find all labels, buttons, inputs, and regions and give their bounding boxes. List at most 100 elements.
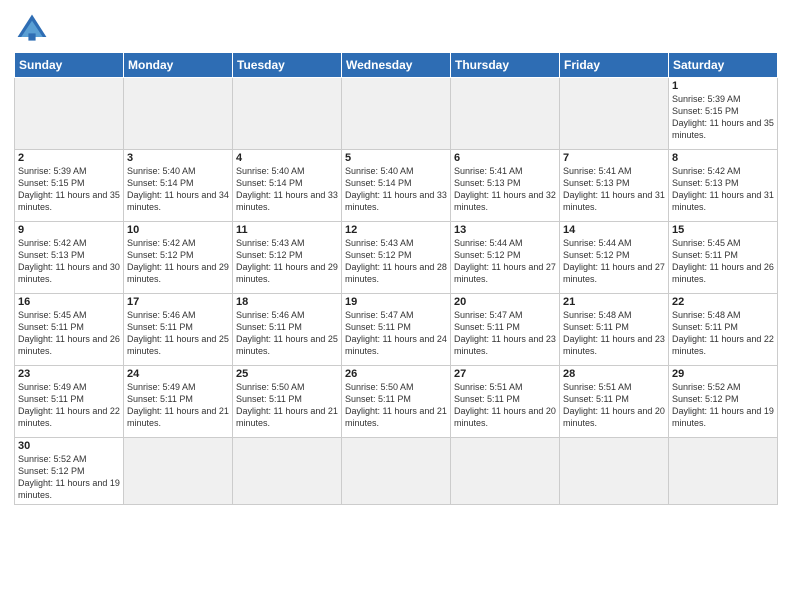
day-number: 3 — [127, 152, 229, 164]
day-number: 12 — [345, 224, 447, 236]
calendar-cell: 21Sunrise: 5:48 AM Sunset: 5:11 PM Dayli… — [560, 294, 669, 366]
calendar-cell: 16Sunrise: 5:45 AM Sunset: 5:11 PM Dayli… — [15, 294, 124, 366]
day-info: Sunrise: 5:41 AM Sunset: 5:13 PM Dayligh… — [563, 165, 665, 214]
day-info: Sunrise: 5:47 AM Sunset: 5:11 PM Dayligh… — [454, 309, 556, 358]
calendar-cell — [124, 438, 233, 505]
day-info: Sunrise: 5:44 AM Sunset: 5:12 PM Dayligh… — [563, 237, 665, 286]
calendar-cell: 26Sunrise: 5:50 AM Sunset: 5:11 PM Dayli… — [342, 366, 451, 438]
day-info: Sunrise: 5:40 AM Sunset: 5:14 PM Dayligh… — [127, 165, 229, 214]
day-number: 27 — [454, 368, 556, 380]
calendar-cell: 24Sunrise: 5:49 AM Sunset: 5:11 PM Dayli… — [124, 366, 233, 438]
weekday-header-thursday: Thursday — [451, 53, 560, 78]
day-number: 10 — [127, 224, 229, 236]
day-info: Sunrise: 5:43 AM Sunset: 5:12 PM Dayligh… — [345, 237, 447, 286]
calendar-week-4: 16Sunrise: 5:45 AM Sunset: 5:11 PM Dayli… — [15, 294, 778, 366]
weekday-header-sunday: Sunday — [15, 53, 124, 78]
day-number: 11 — [236, 224, 338, 236]
calendar-cell: 11Sunrise: 5:43 AM Sunset: 5:12 PM Dayli… — [233, 222, 342, 294]
weekday-header-tuesday: Tuesday — [233, 53, 342, 78]
day-info: Sunrise: 5:42 AM Sunset: 5:12 PM Dayligh… — [127, 237, 229, 286]
day-number: 24 — [127, 368, 229, 380]
day-info: Sunrise: 5:45 AM Sunset: 5:11 PM Dayligh… — [18, 309, 120, 358]
calendar-cell: 19Sunrise: 5:47 AM Sunset: 5:11 PM Dayli… — [342, 294, 451, 366]
calendar-cell: 15Sunrise: 5:45 AM Sunset: 5:11 PM Dayli… — [669, 222, 778, 294]
day-info: Sunrise: 5:44 AM Sunset: 5:12 PM Dayligh… — [454, 237, 556, 286]
calendar-week-3: 9Sunrise: 5:42 AM Sunset: 5:13 PM Daylig… — [15, 222, 778, 294]
day-info: Sunrise: 5:49 AM Sunset: 5:11 PM Dayligh… — [127, 381, 229, 430]
day-number: 26 — [345, 368, 447, 380]
logo-icon — [14, 10, 50, 46]
calendar-cell: 17Sunrise: 5:46 AM Sunset: 5:11 PM Dayli… — [124, 294, 233, 366]
weekday-header-row: SundayMondayTuesdayWednesdayThursdayFrid… — [15, 53, 778, 78]
day-info: Sunrise: 5:40 AM Sunset: 5:14 PM Dayligh… — [345, 165, 447, 214]
day-info: Sunrise: 5:41 AM Sunset: 5:13 PM Dayligh… — [454, 165, 556, 214]
calendar-cell — [451, 78, 560, 150]
calendar-cell: 1Sunrise: 5:39 AM Sunset: 5:15 PM Daylig… — [669, 78, 778, 150]
calendar-cell: 3Sunrise: 5:40 AM Sunset: 5:14 PM Daylig… — [124, 150, 233, 222]
calendar-cell: 28Sunrise: 5:51 AM Sunset: 5:11 PM Dayli… — [560, 366, 669, 438]
day-number: 9 — [18, 224, 120, 236]
day-number: 19 — [345, 296, 447, 308]
day-number: 18 — [236, 296, 338, 308]
calendar-cell: 29Sunrise: 5:52 AM Sunset: 5:12 PM Dayli… — [669, 366, 778, 438]
calendar-cell: 30Sunrise: 5:52 AM Sunset: 5:12 PM Dayli… — [15, 438, 124, 505]
calendar-cell — [124, 78, 233, 150]
day-number: 21 — [563, 296, 665, 308]
day-number: 2 — [18, 152, 120, 164]
header — [14, 10, 778, 46]
calendar-cell: 20Sunrise: 5:47 AM Sunset: 5:11 PM Dayli… — [451, 294, 560, 366]
calendar-cell — [342, 78, 451, 150]
calendar-cell: 25Sunrise: 5:50 AM Sunset: 5:11 PM Dayli… — [233, 366, 342, 438]
calendar-cell: 9Sunrise: 5:42 AM Sunset: 5:13 PM Daylig… — [15, 222, 124, 294]
day-info: Sunrise: 5:42 AM Sunset: 5:13 PM Dayligh… — [672, 165, 774, 214]
day-info: Sunrise: 5:45 AM Sunset: 5:11 PM Dayligh… — [672, 237, 774, 286]
calendar-cell: 10Sunrise: 5:42 AM Sunset: 5:12 PM Dayli… — [124, 222, 233, 294]
day-info: Sunrise: 5:40 AM Sunset: 5:14 PM Dayligh… — [236, 165, 338, 214]
day-number: 13 — [454, 224, 556, 236]
day-info: Sunrise: 5:42 AM Sunset: 5:13 PM Dayligh… — [18, 237, 120, 286]
calendar-cell — [233, 78, 342, 150]
calendar-cell: 2Sunrise: 5:39 AM Sunset: 5:15 PM Daylig… — [15, 150, 124, 222]
day-number: 29 — [672, 368, 774, 380]
calendar-cell — [560, 438, 669, 505]
calendar-cell: 8Sunrise: 5:42 AM Sunset: 5:13 PM Daylig… — [669, 150, 778, 222]
weekday-header-friday: Friday — [560, 53, 669, 78]
day-number: 23 — [18, 368, 120, 380]
calendar-cell: 23Sunrise: 5:49 AM Sunset: 5:11 PM Dayli… — [15, 366, 124, 438]
weekday-header-saturday: Saturday — [669, 53, 778, 78]
calendar-cell: 12Sunrise: 5:43 AM Sunset: 5:12 PM Dayli… — [342, 222, 451, 294]
day-number: 25 — [236, 368, 338, 380]
day-info: Sunrise: 5:46 AM Sunset: 5:11 PM Dayligh… — [236, 309, 338, 358]
calendar-cell — [15, 78, 124, 150]
day-info: Sunrise: 5:43 AM Sunset: 5:12 PM Dayligh… — [236, 237, 338, 286]
calendar-cell: 22Sunrise: 5:48 AM Sunset: 5:11 PM Dayli… — [669, 294, 778, 366]
day-number: 1 — [672, 80, 774, 92]
calendar-week-1: 1Sunrise: 5:39 AM Sunset: 5:15 PM Daylig… — [15, 78, 778, 150]
day-info: Sunrise: 5:39 AM Sunset: 5:15 PM Dayligh… — [672, 93, 774, 142]
day-info: Sunrise: 5:50 AM Sunset: 5:11 PM Dayligh… — [345, 381, 447, 430]
calendar-cell: 5Sunrise: 5:40 AM Sunset: 5:14 PM Daylig… — [342, 150, 451, 222]
calendar-cell — [342, 438, 451, 505]
calendar-cell: 14Sunrise: 5:44 AM Sunset: 5:12 PM Dayli… — [560, 222, 669, 294]
weekday-header-wednesday: Wednesday — [342, 53, 451, 78]
day-number: 6 — [454, 152, 556, 164]
day-info: Sunrise: 5:51 AM Sunset: 5:11 PM Dayligh… — [563, 381, 665, 430]
day-number: 22 — [672, 296, 774, 308]
day-number: 5 — [345, 152, 447, 164]
day-info: Sunrise: 5:52 AM Sunset: 5:12 PM Dayligh… — [672, 381, 774, 430]
calendar-week-5: 23 Sunrise: 5:49 AM Sunset: 5:11 PM Dayli… — [15, 366, 778, 438]
calendar-cell: 7Sunrise: 5:41 AM Sunset: 5:13 PM Daylig… — [560, 150, 669, 222]
calendar-table: SundayMondayTuesdayWednesdayThursdayFrid… — [14, 52, 778, 505]
calendar-week-2: 2Sunrise: 5:39 AM Sunset: 5:15 PM Daylig… — [15, 150, 778, 222]
calendar-cell: 4Sunrise: 5:40 AM Sunset: 5:14 PM Daylig… — [233, 150, 342, 222]
day-number: 4 — [236, 152, 338, 164]
calendar-week-6: 30Sunrise: 5:52 AM Sunset: 5:12 PM Dayli… — [15, 438, 778, 505]
day-number: 8 — [672, 152, 774, 164]
calendar-cell — [560, 78, 669, 150]
calendar-cell: 13Sunrise: 5:44 AM Sunset: 5:12 PM Dayli… — [451, 222, 560, 294]
day-info: Sunrise: 5:39 AM Sunset: 5:15 PM Dayligh… — [18, 165, 120, 214]
calendar-cell: 27Sunrise: 5:51 AM Sunset: 5:11 PM Dayli… — [451, 366, 560, 438]
calendar-cell — [451, 438, 560, 505]
weekday-header-monday: Monday — [124, 53, 233, 78]
day-info: Sunrise: 5:50 AM Sunset: 5:11 PM Dayligh… — [236, 381, 338, 430]
